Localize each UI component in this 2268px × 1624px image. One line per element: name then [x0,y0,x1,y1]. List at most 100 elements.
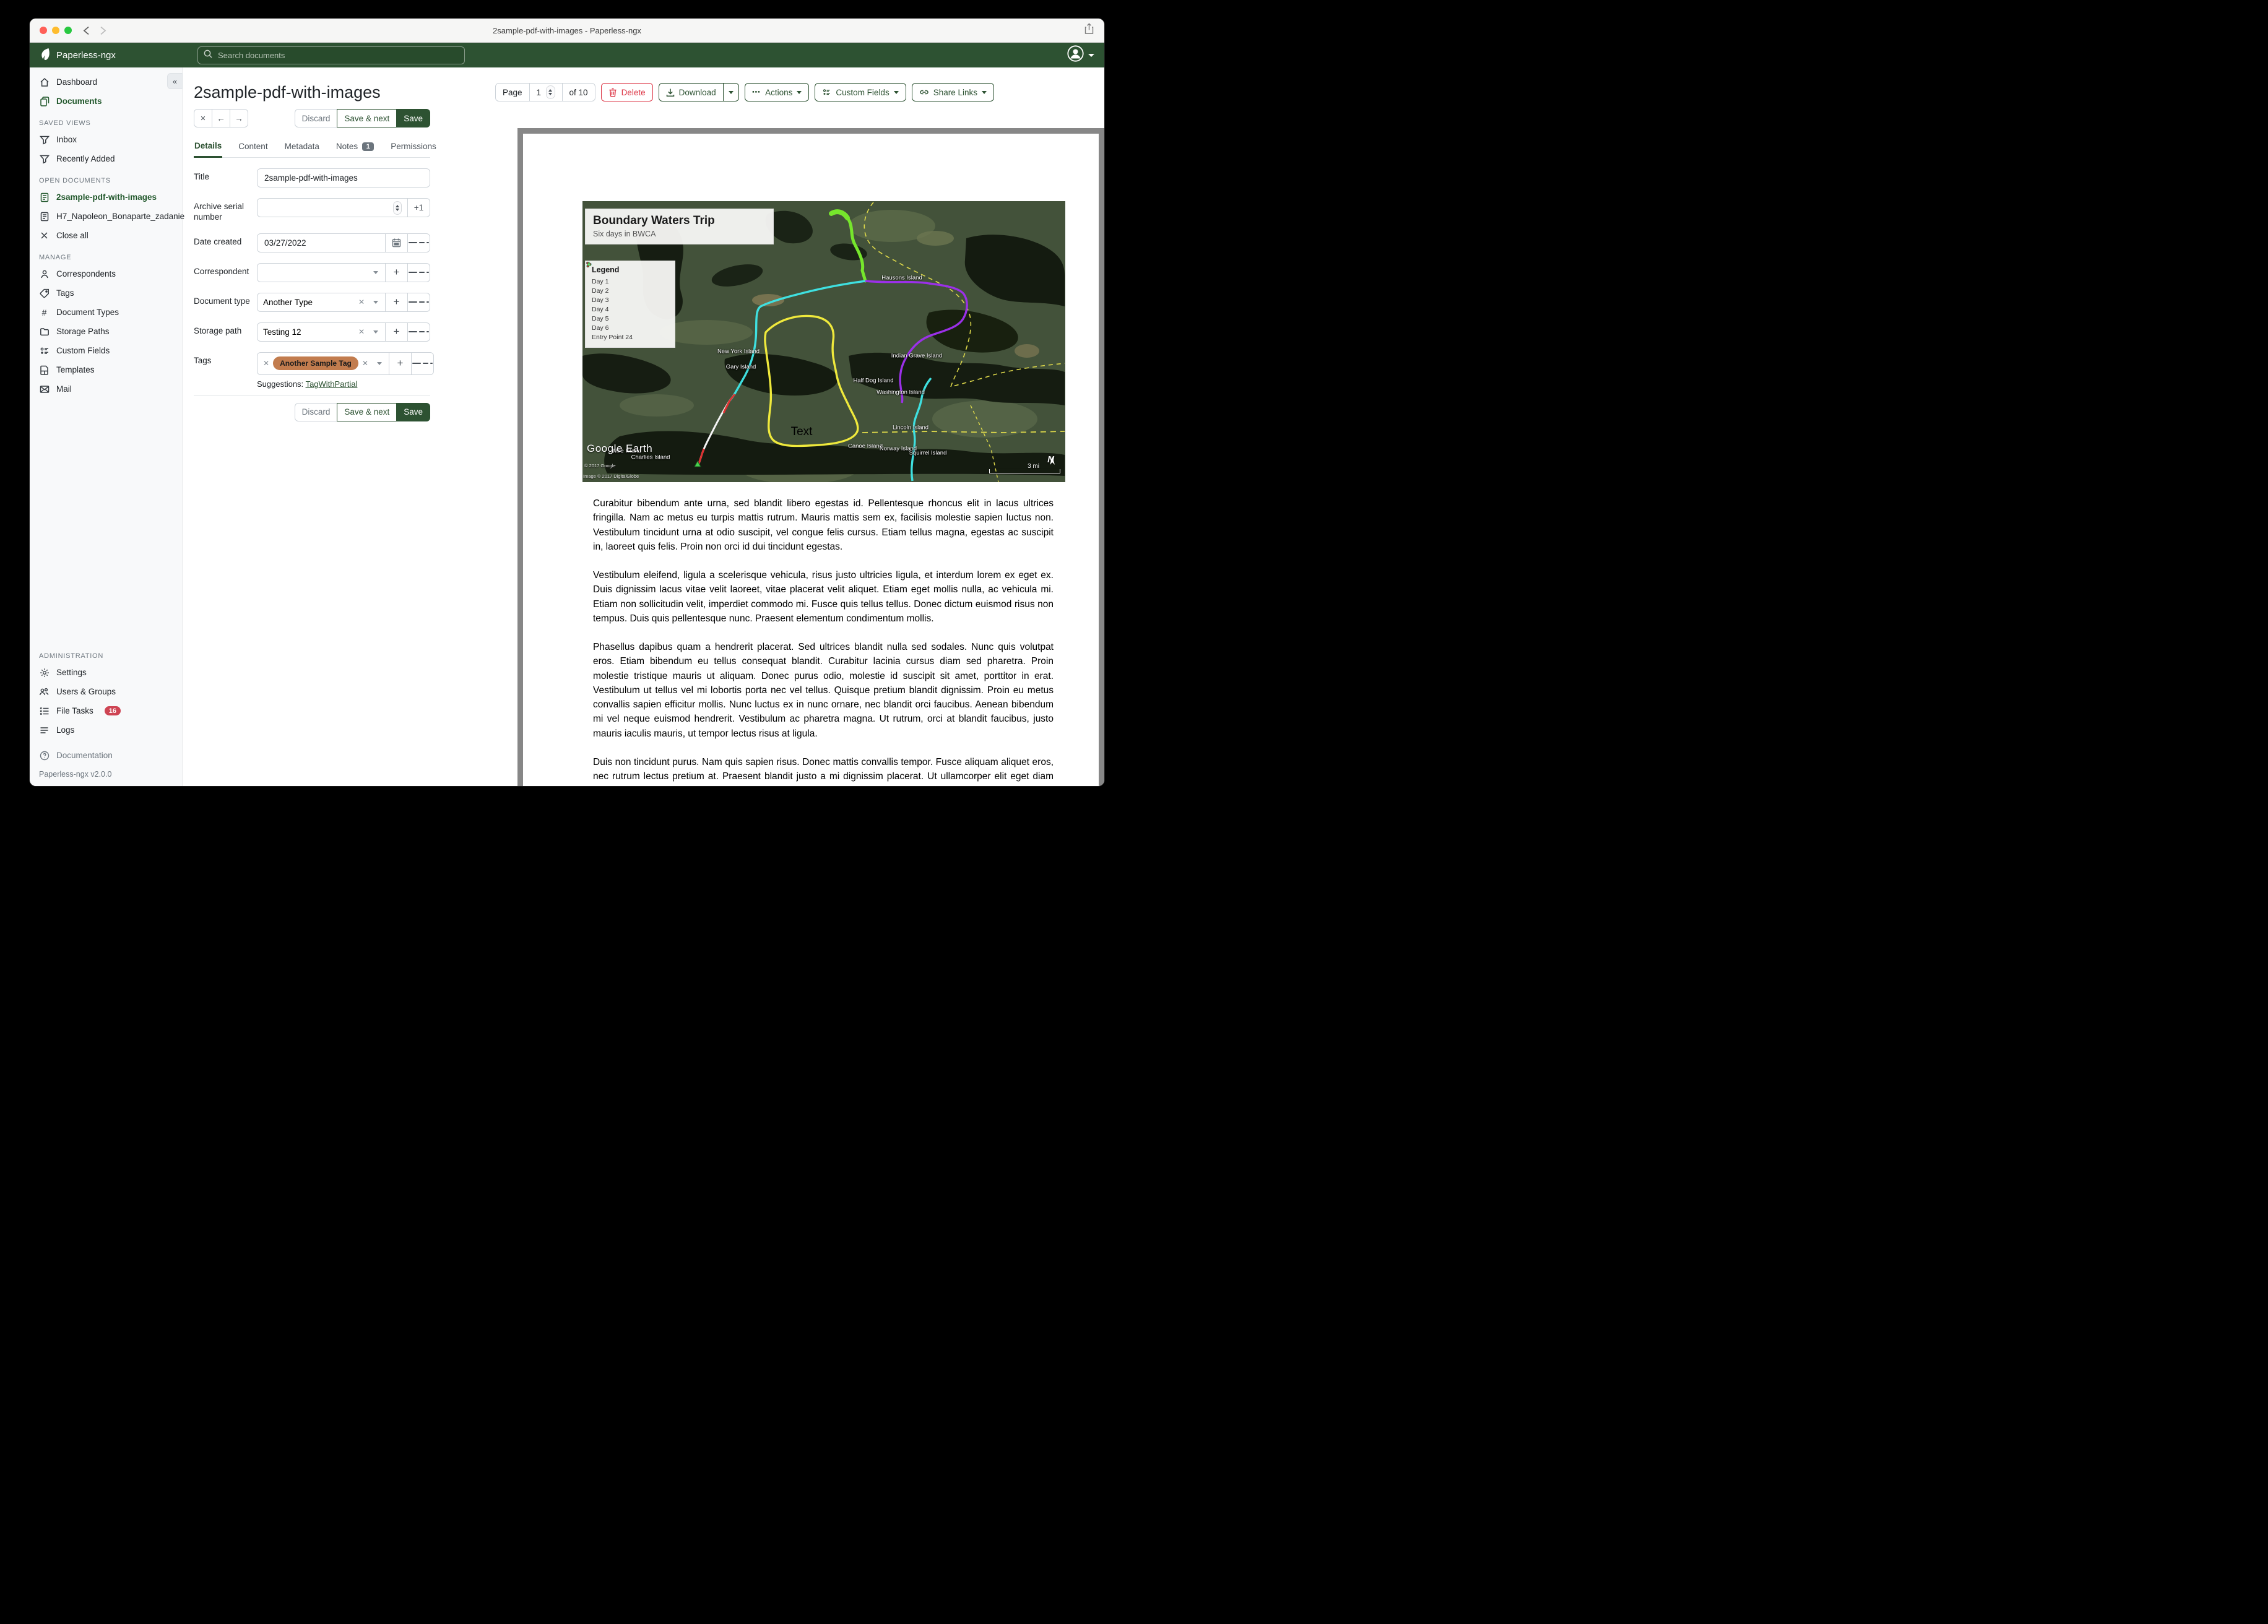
discard-button[interactable]: Discard [294,109,338,127]
save-group-top: Discard Save & next Save [294,109,430,127]
download-button[interactable]: Download [658,83,724,102]
save-button[interactable]: Save [396,109,430,127]
share-links-button[interactable]: Share Links [911,83,994,102]
title-input[interactable] [257,168,430,188]
home-icon [39,77,50,87]
map-label: Canoe Island [848,443,883,450]
tags-filter-button[interactable] [410,352,434,375]
page-number-input[interactable]: 1 [529,83,563,102]
save-button-bottom[interactable]: Save [396,402,430,421]
sidebar-item-open-doc-1[interactable]: 2sample-pdf-with-images [30,188,182,207]
storage-path-filter-button[interactable] [407,322,430,342]
sidebar-item-documentation[interactable]: Documentation [30,746,182,765]
chevron-down-icon [376,361,382,365]
sidebar-item-close-all[interactable]: Close all [30,226,182,245]
user-menu[interactable] [1067,45,1094,65]
suggestions-label: Suggestions: [257,379,304,389]
sidebar-item-file-tasks[interactable]: File Tasks 16 [30,701,182,720]
app-header: Paperless-ngx [30,43,1104,67]
sidebar-item-tags[interactable]: Tags [30,283,182,303]
sidebar-item-inbox[interactable]: Inbox [30,130,182,149]
tab-content[interactable]: Content [238,137,268,157]
sidebar-item-custom-fields[interactable]: Custom Fields [30,341,182,360]
page-stepper[interactable] [545,85,555,99]
download-dropdown-button[interactable] [722,83,739,102]
tag-chip[interactable]: Another Sample Tag [273,356,358,371]
date-created-input[interactable] [257,233,386,253]
asn-stepper[interactable] [393,201,402,215]
document-type-add-button[interactable]: + [385,292,408,312]
app-brand[interactable]: Paperless-ngx [30,48,183,63]
clear-icon[interactable]: ✕ [358,298,365,306]
document-toolbar: Page 1 of 10 Delete Download ⋯ Actions C… [495,83,994,102]
chevron-down-icon [373,270,378,274]
collapse-sidebar-button[interactable]: « [167,73,183,89]
storage-path-label: Storage path [194,326,242,335]
document-type-filter-button[interactable] [407,292,430,312]
sidebar-item-users-groups[interactable]: Users & Groups [30,682,182,701]
legend-item: Day 6 [586,262,669,332]
sidebar-item-recently-added[interactable]: Recently Added [30,149,182,168]
clear-icon[interactable]: ✕ [358,327,365,336]
document-type-select[interactable]: Another Type ✕ [257,292,386,312]
custom-fields-button[interactable]: Custom Fields [815,83,906,102]
legend-item: Day 4 [586,261,669,314]
correspondent-filter-button[interactable] [407,262,430,282]
storage-path-value: Testing 12 [263,327,301,337]
sidebar: « Dashboard Documents SAVED VIEWS Inbox … [30,67,184,786]
trash-icon [609,88,617,97]
gear-icon [39,667,50,678]
sidebar-item-logs[interactable]: Logs [30,720,182,740]
tab-permissions[interactable]: Permissions [390,137,437,157]
next-document-button[interactable]: → [230,109,248,127]
storage-path-add-button[interactable]: + [385,322,408,342]
asn-plus-one-button[interactable]: +1 [407,198,430,217]
sidebar-item-settings[interactable]: Settings [30,663,182,682]
tab-notes[interactable]: Notes 1 [335,137,374,157]
sidebar-item-open-doc-2[interactable]: H7_Napoleon_Bonaparte_zadanie [30,207,184,226]
close-window-button[interactable] [40,27,47,34]
map-label: Indian Grave Island [891,352,943,360]
zoom-window-button[interactable] [64,27,72,34]
search-input[interactable] [217,50,459,61]
clear-icon[interactable]: ✕ [362,359,368,368]
delete-button[interactable]: Delete [600,83,653,102]
discard-button-bottom[interactable]: Discard [294,402,338,421]
tab-metadata[interactable]: Metadata [284,137,320,157]
forward-icon[interactable] [100,26,106,35]
sidebar-item-document-types[interactable]: # Document Types [30,303,182,322]
minimize-window-button[interactable] [52,27,59,34]
sidebar-item-dashboard[interactable]: Dashboard [30,72,182,92]
share-icon[interactable] [1084,23,1094,38]
sidebar-item-label: Custom Fields [56,346,110,355]
correspondent-select[interactable] [257,262,386,282]
sidebar-item-storage-paths[interactable]: Storage Paths [30,322,182,341]
correspondent-add-button[interactable]: + [385,262,408,282]
back-icon[interactable] [83,26,90,35]
tags-add-button[interactable]: + [388,352,412,375]
remove-tag-icon[interactable]: ✕ [263,359,269,368]
sidebar-item-label: Dashboard [56,77,98,87]
filter-funnel-icon [39,153,50,164]
actions-button[interactable]: ⋯ Actions [744,83,810,102]
sidebar-item-mail[interactable]: Mail [30,379,182,399]
tags-select[interactable]: ✕ Another Sample Tag ✕ [257,352,389,375]
sidebar-item-correspondents[interactable]: Correspondents [30,264,182,283]
sidebar-item-label: Documentation [56,751,113,760]
calendar-button[interactable] [385,233,408,253]
storage-path-select[interactable]: Testing 12 ✕ [257,322,386,342]
search-box[interactable] [197,46,465,64]
sidebar-item-documents[interactable]: Documents [30,92,182,111]
tab-details[interactable]: Details [194,137,223,158]
close-document-button[interactable]: ✕ [194,109,212,127]
page-title: 2sample-pdf-with-images [194,82,381,102]
date-filter-button[interactable] [407,233,430,253]
sidebar-item-templates[interactable]: Templates [30,360,182,379]
suggestion-tag-link[interactable]: TagWithPartial [306,379,358,389]
save-next-button[interactable]: Save & next [337,109,397,127]
save-next-button-bottom[interactable]: Save & next [337,402,397,421]
page-number-value: 1 [536,87,542,97]
document-preview-pane[interactable]: Boundary Waters Trip Six days in BWCA Le… [517,128,1104,786]
previous-document-button[interactable]: ← [212,109,230,127]
asn-input[interactable] [257,198,408,217]
